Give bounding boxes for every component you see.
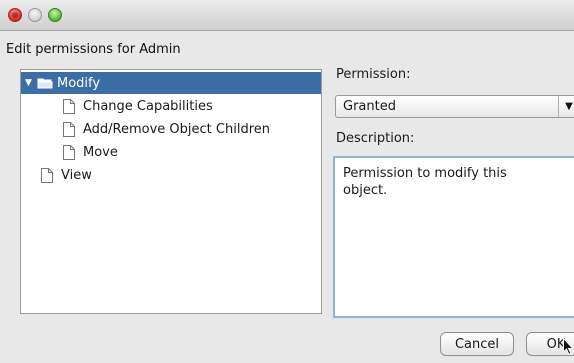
tree-node-label: Change Capabilities (83, 98, 213, 114)
tree-node-change-capabilities[interactable]: Change Capabilities (21, 95, 321, 117)
tree-node-label: Modify (57, 75, 101, 91)
cancel-button[interactable]: Cancel (440, 332, 514, 356)
mouse-pointer-icon (563, 337, 574, 359)
permission-selected-value: Granted (343, 99, 396, 114)
folder-open-icon (37, 77, 53, 89)
tree-node-label: Move (83, 144, 118, 160)
cancel-button-label: Cancel (454, 336, 500, 352)
tree-node-add-remove-children[interactable]: Add/Remove Object Children (21, 118, 321, 140)
tree-node-modify[interactable]: ▼ Modify (21, 72, 321, 94)
expand-arrow-icon[interactable]: ▼ (25, 78, 35, 88)
close-window-button[interactable] (8, 8, 22, 22)
tree-node-view[interactable]: View (21, 164, 321, 186)
permission-tree[interactable]: ▼ Modify Change Capabilities Add/Remove … (20, 69, 322, 314)
document-icon (63, 121, 75, 137)
tree-node-label: Add/Remove Object Children (83, 121, 270, 137)
description-textarea[interactable]: Permission to modify this object. (333, 156, 574, 318)
tree-node-move[interactable]: Move (21, 141, 321, 163)
zoom-window-button[interactable] (48, 8, 62, 22)
document-icon (41, 167, 53, 183)
permission-label: Permission: (336, 67, 411, 82)
document-icon (63, 144, 75, 160)
dialog-heading: Edit permissions for Admin (6, 42, 181, 57)
tree-node-label: View (61, 167, 92, 183)
description-label: Description: (336, 131, 415, 146)
chevron-down-icon[interactable]: ▼ (558, 96, 574, 117)
minimize-window-button[interactable] (28, 8, 42, 22)
window-titlebar[interactable] (0, 0, 574, 31)
permission-select[interactable]: Granted ▼ (335, 95, 574, 118)
description-text: Permission to modify this object. (343, 166, 507, 198)
close-icon (12, 12, 18, 18)
document-icon (63, 98, 75, 114)
